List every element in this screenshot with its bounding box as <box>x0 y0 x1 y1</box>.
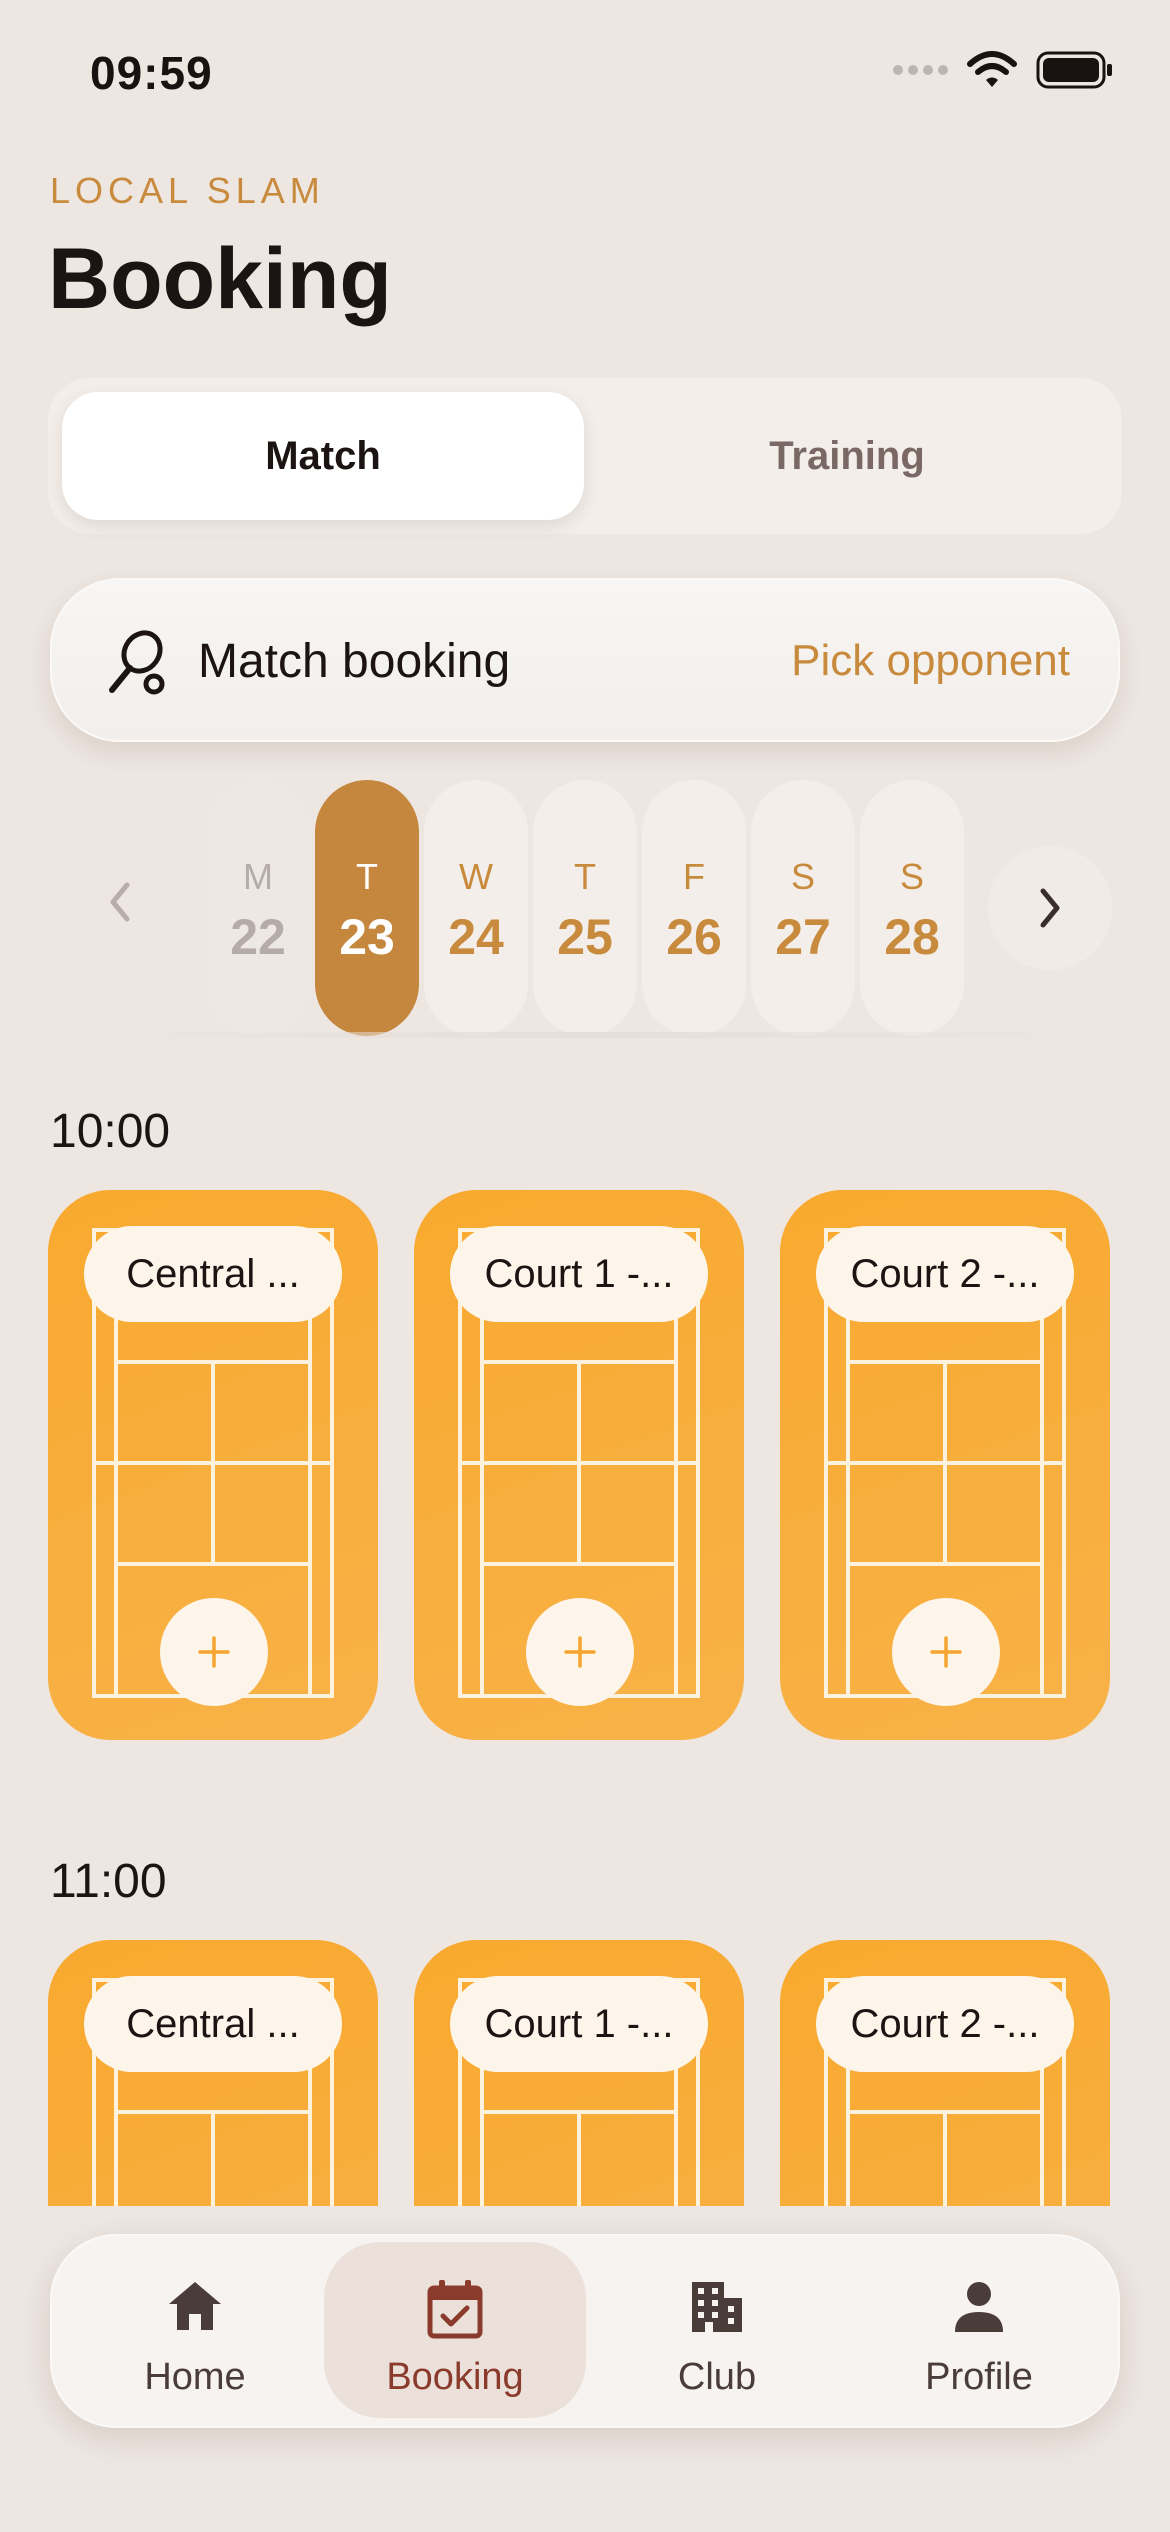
court-name: Central ... <box>84 1976 342 2072</box>
pick-opponent-link[interactable]: Pick opponent <box>791 636 1070 686</box>
previous-week-button[interactable] <box>80 842 160 962</box>
add-booking-button[interactable] <box>526 1598 634 1706</box>
date-pill-25[interactable]: T 25 <box>533 780 637 1036</box>
date-strip: M 22 T 23 W 24 T 25 F 26 S 27 S 28 <box>80 780 1130 1040</box>
wifi-icon <box>967 51 1017 87</box>
court-card[interactable]: Central ... <box>48 1940 378 2206</box>
person-icon <box>955 2282 1003 2332</box>
date-pill-23[interactable]: T 23 <box>315 780 419 1036</box>
date-pill-28[interactable]: S 28 <box>860 780 964 1036</box>
date-weekday: W <box>459 856 493 897</box>
chevron-left-icon <box>110 882 130 922</box>
court-card[interactable]: Central ... <box>48 1190 378 1740</box>
court-name: Court 2 -... <box>816 1976 1074 2072</box>
cellular-signal-icon <box>893 65 948 75</box>
add-booking-button[interactable] <box>160 1598 268 1706</box>
date-pill-22: M 22 <box>206 780 310 1036</box>
tab-label: Club <box>677 2356 757 2398</box>
chevron-right-icon <box>1040 888 1060 928</box>
court-card[interactable]: Court 2 -... <box>780 1940 1110 2206</box>
tab-label: Booking <box>386 2356 524 2398</box>
court-card[interactable]: Court 1 -... <box>414 1940 744 2206</box>
tab-label: Home <box>144 2356 246 2398</box>
match-booking-card[interactable]: Match booking Pick opponent <box>50 578 1120 742</box>
match-booking-title: Match booking <box>198 635 511 688</box>
booking-type-toggle: Match Training <box>48 378 1122 534</box>
date-day: 22 <box>230 909 286 965</box>
date-weekday: T <box>356 856 378 897</box>
date-day: 26 <box>666 909 722 965</box>
tab-profile[interactable]: Profile <box>848 2242 1110 2418</box>
status-icons <box>893 50 1114 90</box>
court-name: Court 1 -... <box>450 1976 708 2072</box>
plus-icon <box>564 1636 596 1668</box>
plus-icon <box>930 1636 962 1668</box>
tab-match[interactable]: Match <box>62 392 584 520</box>
strip-divider <box>80 1032 1120 1038</box>
tab-label: Profile <box>925 2356 1033 2398</box>
date-day: 24 <box>448 909 504 965</box>
time-slot-label: 10:00 <box>50 1105 171 1158</box>
tab-home[interactable]: Home <box>64 2242 326 2418</box>
date-day: 23 <box>339 909 395 965</box>
club-name: LOCAL SLAM <box>50 170 325 211</box>
court-card[interactable]: Court 2 -... <box>780 1190 1110 1740</box>
status-bar: 09:59 <box>0 0 1170 150</box>
tab-training[interactable]: Training <box>586 392 1108 520</box>
date-day: 27 <box>775 909 831 965</box>
date-weekday: M <box>243 856 273 897</box>
date-pill-24[interactable]: W 24 <box>424 780 528 1036</box>
building-icon <box>692 2282 742 2332</box>
date-weekday: S <box>899 856 924 897</box>
date-weekday: F <box>683 856 705 897</box>
status-time: 09:59 <box>90 47 213 99</box>
date-weekday: S <box>790 856 815 897</box>
date-pill-26[interactable]: F 26 <box>642 780 746 1036</box>
bottom-tab-bar: Home Booking Club Profile <box>50 2234 1120 2428</box>
battery-icon <box>1036 51 1112 89</box>
court-name: Central ... <box>84 1226 342 1322</box>
court-name: Court 2 -... <box>816 1226 1074 1322</box>
slot-list-viewport: Central ... Court 1 -... Court 2 -... <box>0 1900 1170 2206</box>
tab-booking[interactable]: Booking <box>324 2242 586 2418</box>
date-day: 25 <box>557 909 613 965</box>
court-card[interactable]: Court 1 -... <box>414 1190 744 1740</box>
calendar-check-icon <box>427 2280 483 2339</box>
date-weekday: T <box>574 856 596 897</box>
page-title: Booking <box>48 231 392 327</box>
court-name: Court 1 -... <box>450 1226 708 1322</box>
plus-icon <box>198 1636 230 1668</box>
tab-club[interactable]: Club <box>586 2242 848 2418</box>
home-icon <box>169 2282 221 2330</box>
date-pill-27[interactable]: S 27 <box>751 780 855 1036</box>
add-booking-button[interactable] <box>892 1598 1000 1706</box>
racket-icon <box>109 630 165 695</box>
date-day: 28 <box>884 909 940 965</box>
next-week-button[interactable] <box>988 846 1112 970</box>
